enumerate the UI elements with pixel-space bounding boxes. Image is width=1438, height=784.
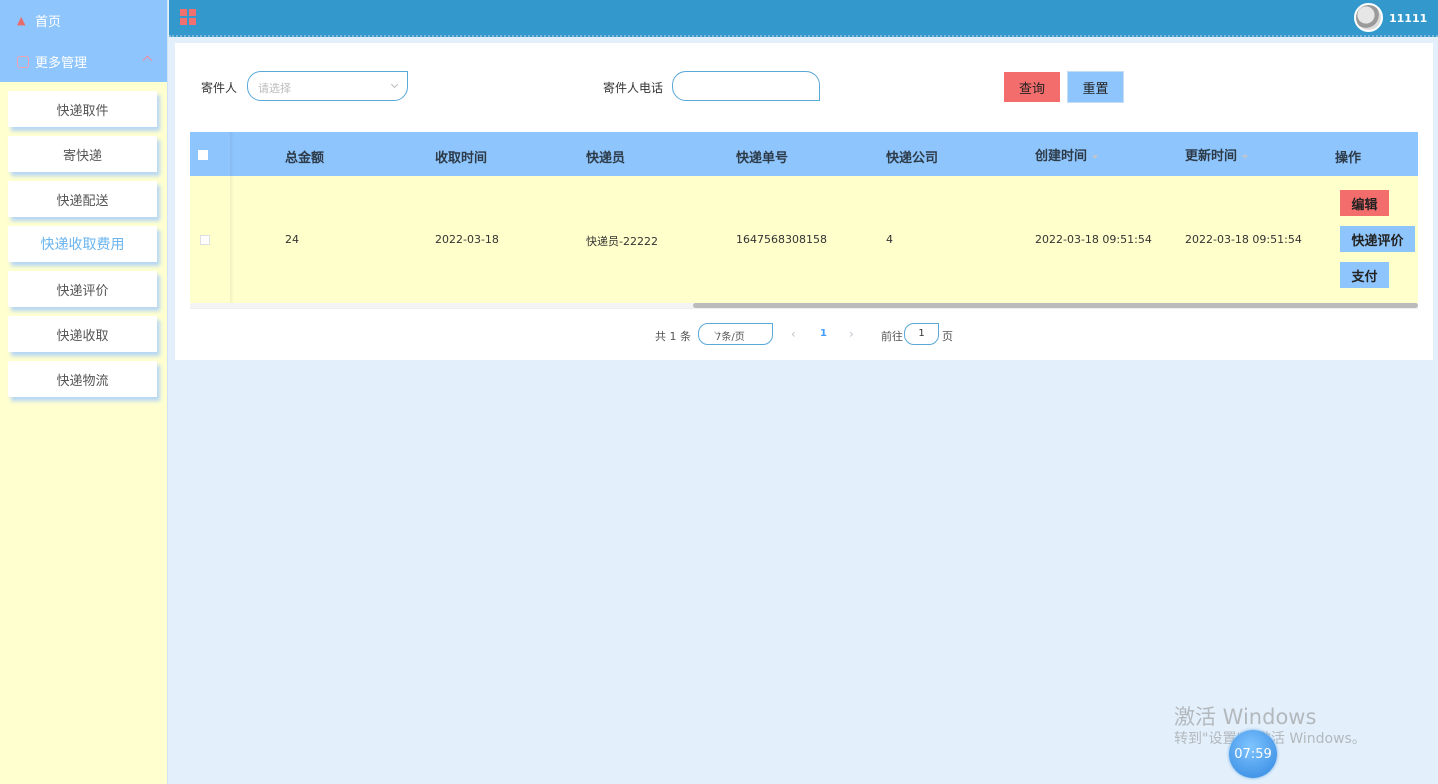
home-icon: ▲ bbox=[17, 13, 26, 27]
row-checkbox[interactable] bbox=[200, 235, 210, 245]
sidebar: ▲ 首页 更多管理 快递取件 寄快递 快递配送 快递收取费用 快递评价 快递收取… bbox=[0, 0, 168, 784]
cell-tracking-no: 1647568308158 bbox=[736, 233, 827, 246]
col-updated[interactable]: 更新时间 bbox=[1185, 145, 1249, 164]
activation-watermark-title: 激活 Windows bbox=[1174, 705, 1317, 729]
topbar: 11111 bbox=[169, 0, 1438, 37]
prev-page-icon[interactable]: ‹ bbox=[791, 327, 796, 341]
col-courier: 快递员 bbox=[586, 151, 626, 166]
sort-icon[interactable] bbox=[1242, 154, 1249, 159]
sidebar-item-logistics[interactable]: 快递物流 bbox=[8, 361, 157, 397]
content-panel: 寄件人 请选择 寄件人电话 查询 重置 总金额 收取时间 快递员 快递单号 快递… bbox=[175, 43, 1433, 360]
horizontal-scrollbar[interactable] bbox=[190, 303, 1418, 309]
avatar[interactable] bbox=[1354, 3, 1383, 32]
review-button[interactable]: 快递评价 bbox=[1340, 226, 1415, 252]
select-all-checkbox[interactable] bbox=[198, 150, 208, 160]
cell-courier: 快递员-22222 bbox=[586, 235, 658, 248]
search-button[interactable]: 查询 bbox=[1004, 72, 1060, 102]
sort-icon[interactable] bbox=[1092, 154, 1099, 159]
col-ops: 操作 bbox=[1335, 151, 1362, 166]
col-total: 总金额 bbox=[285, 151, 325, 166]
page-number-current[interactable]: 1 bbox=[820, 328, 827, 339]
page-size-select[interactable]: 7条/页 bbox=[698, 323, 773, 345]
cell-company: 4 bbox=[886, 233, 893, 246]
goto-label: 前往 bbox=[881, 330, 903, 343]
sender-label: 寄件人 bbox=[201, 81, 238, 95]
sidebar-item-label: 更多管理 bbox=[35, 56, 88, 71]
phone-label: 寄件人电话 bbox=[603, 81, 664, 95]
pay-button[interactable]: 支付 bbox=[1340, 262, 1389, 288]
sidebar-header: ▲ 首页 更多管理 bbox=[0, 0, 167, 82]
sidebar-item-delivery[interactable]: 快递配送 bbox=[8, 181, 157, 217]
table-header: 总金额 收取时间 快递员 快递单号 快递公司 创建时间 更新时间 操作 bbox=[190, 132, 1418, 176]
folder-icon bbox=[17, 55, 29, 68]
col-updated-label: 更新时间 bbox=[1185, 149, 1238, 164]
cell-created: 2022-03-18 09:51:54 bbox=[1035, 233, 1152, 246]
scrollbar-thumb[interactable] bbox=[693, 303, 1418, 308]
sidebar-item-review[interactable]: 快递评价 bbox=[8, 271, 157, 307]
sender-placeholder: 请选择 bbox=[258, 82, 291, 95]
col-tracking-no: 快递单号 bbox=[736, 151, 789, 166]
col-company: 快递公司 bbox=[886, 151, 939, 166]
cell-updated: 2022-03-18 09:51:54 bbox=[1185, 233, 1302, 246]
pagination-total: 共 1 条 bbox=[655, 330, 691, 343]
goto-page-input[interactable]: 1 bbox=[904, 323, 939, 345]
grid-icon[interactable] bbox=[180, 9, 196, 25]
sidebar-item-pickup[interactable]: 快递取件 bbox=[8, 91, 157, 127]
sidebar-item-more[interactable]: 更多管理 bbox=[0, 41, 167, 82]
phone-input[interactable] bbox=[672, 71, 820, 101]
edit-button[interactable]: 编辑 bbox=[1340, 190, 1389, 216]
fixed-column-shadow bbox=[230, 132, 234, 303]
chevron-down-icon bbox=[390, 80, 399, 89]
chevron-up-icon bbox=[142, 55, 153, 66]
sidebar-item-send[interactable]: 寄快递 bbox=[8, 136, 157, 172]
clock-widget[interactable]: 07:59 bbox=[1229, 730, 1277, 778]
col-collect-time: 收取时间 bbox=[435, 151, 488, 166]
reset-button[interactable]: 重置 bbox=[1067, 71, 1124, 103]
page-suffix: 页 bbox=[942, 330, 953, 343]
next-page-icon[interactable]: › bbox=[849, 327, 854, 341]
sidebar-item-home[interactable]: ▲ 首页 bbox=[0, 0, 167, 41]
sender-select[interactable]: 请选择 bbox=[247, 71, 408, 101]
table-row: 24 2022-03-18 快递员-22222 1647568308158 4 … bbox=[190, 176, 1418, 303]
submenu: 快递取件 寄快递 快递配送 快递收取费用 快递评价 快递收取 快递物流 bbox=[0, 82, 167, 397]
data-table: 总金额 收取时间 快递员 快递单号 快递公司 创建时间 更新时间 操作 24 2… bbox=[190, 132, 1418, 309]
cell-total: 24 bbox=[285, 233, 299, 246]
cell-collect-time: 2022-03-18 bbox=[435, 233, 499, 246]
col-created-label: 创建时间 bbox=[1035, 149, 1088, 164]
page-size-value: 7条/页 bbox=[715, 332, 745, 343]
sidebar-item-label: 首页 bbox=[35, 15, 62, 30]
col-created[interactable]: 创建时间 bbox=[1035, 145, 1099, 164]
sidebar-item-fee[interactable]: 快递收取费用 bbox=[8, 226, 157, 262]
sidebar-item-collect[interactable]: 快递收取 bbox=[8, 316, 157, 352]
username[interactable]: 11111 bbox=[1389, 12, 1427, 25]
